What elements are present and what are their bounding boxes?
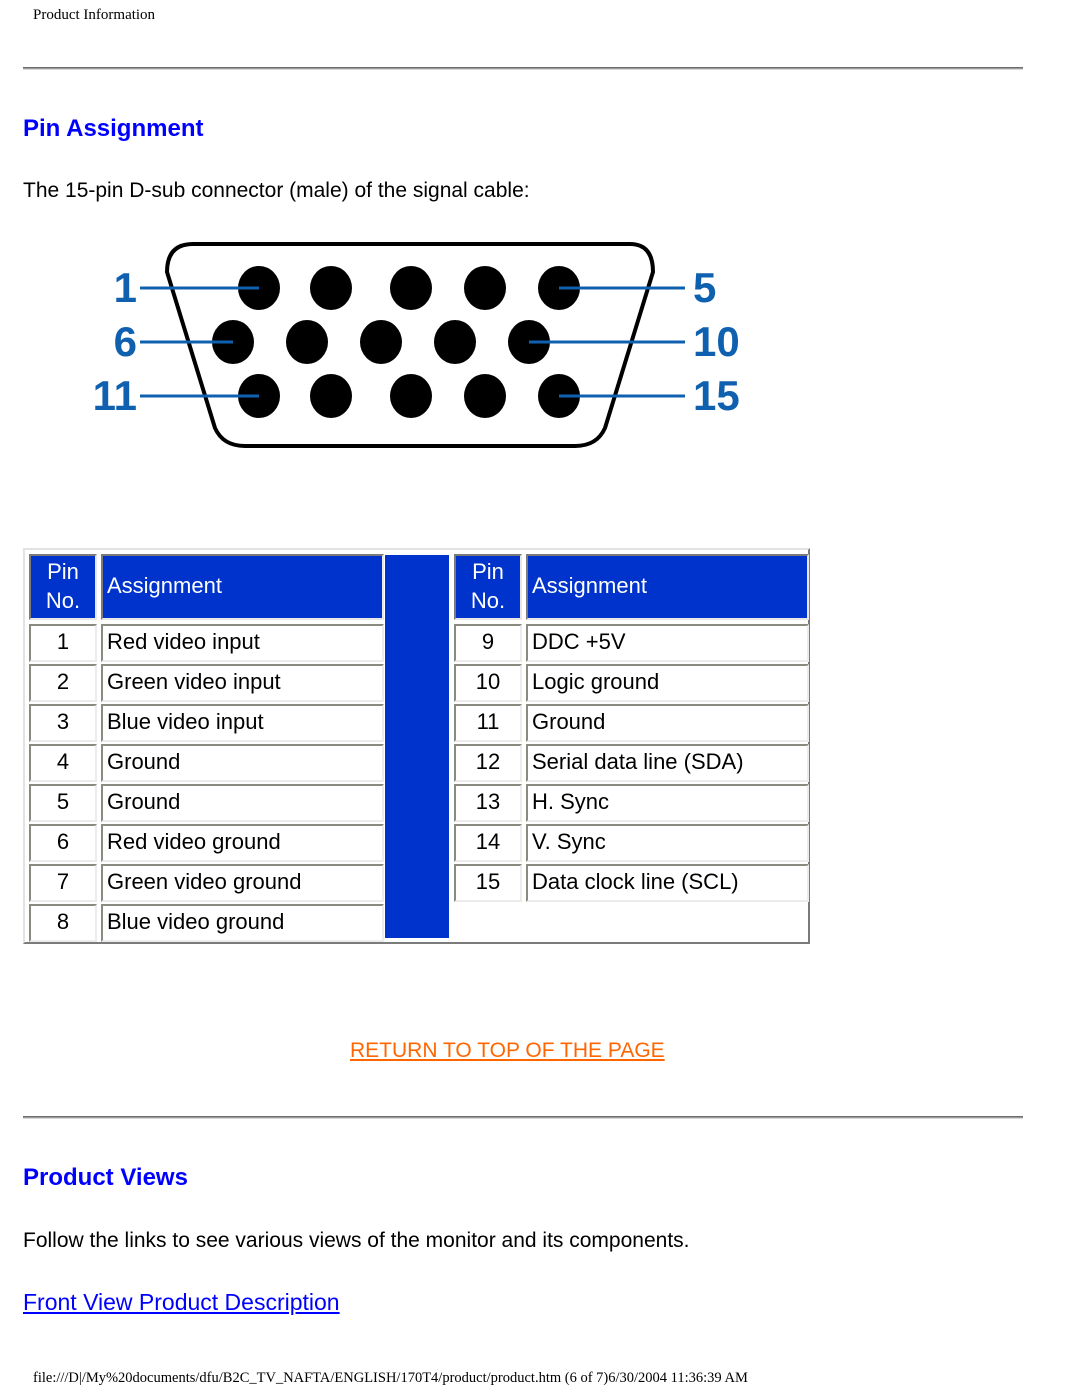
pin-assignment-cell: Ground: [526, 704, 809, 742]
pin-number-cell: 3: [29, 704, 97, 742]
pin-label-left: 11: [93, 372, 137, 419]
pin-assignment-cell: Logic ground: [526, 664, 809, 702]
pin-assignment-cell: V. Sync: [526, 824, 809, 862]
connector-pin: [286, 320, 328, 364]
connector-pin: [390, 374, 432, 418]
header-pin-line2: No.: [470, 588, 506, 613]
front-view-product-description-link[interactable]: Front View Product Description: [23, 1289, 340, 1316]
pin-assignment-cell: DDC +5V: [526, 624, 809, 662]
pin-label-right: 5: [693, 264, 716, 311]
pin-assignment-intro: The 15-pin D-sub connector (male) of the…: [23, 179, 530, 202]
pin-assignment-cell: H. Sync: [526, 784, 809, 822]
pin-number-cell: 4: [29, 744, 97, 782]
return-to-top-link[interactable]: RETURN TO TOP OF THE PAGE: [350, 1039, 665, 1063]
pin-assignment-cell: Data clock line (SCL): [526, 864, 809, 902]
page-header-title: Product Information: [33, 7, 156, 23]
connector-pin: [390, 266, 432, 310]
pin-number-cell: 8: [29, 904, 97, 942]
pin-label-right: 15: [693, 372, 740, 419]
pin-number-cell: 15: [454, 864, 522, 902]
pin-number-cell: 14: [454, 824, 522, 862]
pin-assignment-cell: Serial data line (SDA): [526, 744, 809, 782]
pin-assignment-table: Pin No. Assignment 1 Red video input 2 Green v…: [23, 548, 810, 944]
right-header-assignment: Assignment: [526, 554, 809, 620]
horizontal-divider: [23, 1116, 1023, 1119]
header-pin-line2: No.: [45, 588, 81, 613]
pin-number-cell: 5: [29, 784, 97, 822]
vga-connector-diagram-icon: 1 56 1011 15: [93, 242, 740, 448]
connector-pin: [464, 374, 506, 418]
pin-label-left: 6: [114, 318, 137, 365]
pin-assignment-cell: Blue video ground: [101, 904, 384, 942]
horizontal-divider: [23, 67, 1023, 70]
header-pin-line1: Pin: [47, 559, 79, 584]
pin-assignment-cell: Blue video input: [101, 704, 384, 742]
pin-number-cell: 2: [29, 664, 97, 702]
connector-pin: [360, 320, 402, 364]
left-header-assignment: Assignment: [101, 554, 384, 620]
table-spacer-column: [385, 555, 449, 938]
right-header-pin-no: Pin No.: [454, 554, 522, 620]
pin-number-cell: 11: [454, 704, 522, 742]
pin-number-cell: 10: [454, 664, 522, 702]
pin-assignment-cell: Ground: [101, 744, 384, 782]
pin-assignment-cell: Ground: [101, 784, 384, 822]
pin-number-cell: 12: [454, 744, 522, 782]
pin-number-cell: 7: [29, 864, 97, 902]
pin-assignment-cell: Green video input: [101, 664, 384, 702]
connector-pin: [310, 374, 352, 418]
pin-number-cell: 6: [29, 824, 97, 862]
pin-assignment-cell: Red video ground: [101, 824, 384, 862]
pin-assignment-heading: Pin Assignment: [23, 115, 204, 142]
pin-number-cell: 13: [454, 784, 522, 822]
connector-pin: [434, 320, 476, 364]
page-footer-path: file:///D|/My%20documents/dfu/B2C_TV_NAF…: [33, 1370, 748, 1386]
pin-assignment-cell: Green video ground: [101, 864, 384, 902]
header-pin-line1: Pin: [472, 559, 504, 584]
left-header-pin-no: Pin No.: [29, 554, 97, 620]
product-views-description: Follow the links to see various views of…: [23, 1229, 690, 1252]
pin-number-cell: 9: [454, 624, 522, 662]
connector-pin: [464, 266, 506, 310]
pin-number-cell: 1: [29, 624, 97, 662]
product-views-heading: Product Views: [23, 1164, 188, 1191]
pin-assignment-cell: Red video input: [101, 624, 384, 662]
pin-label-right: 10: [693, 318, 740, 365]
pin-label-left: 1: [114, 264, 137, 311]
connector-pin: [310, 266, 352, 310]
